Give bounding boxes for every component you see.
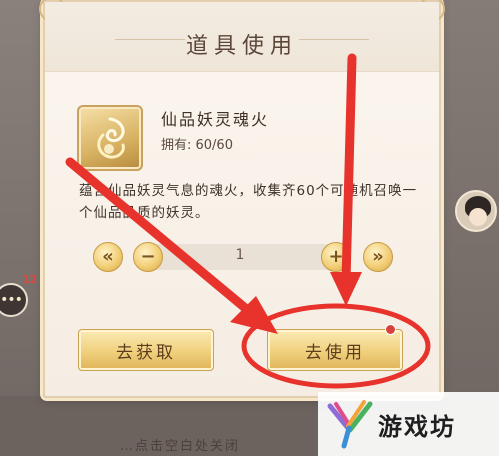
item-name: 仙品妖灵魂火 <box>161 110 270 129</box>
increase-button[interactable]: + <box>321 242 351 272</box>
watermark: 游戏坊 <box>318 392 499 456</box>
side-avatar[interactable] <box>455 190 497 232</box>
quantity-value[interactable]: 1 <box>140 247 340 263</box>
item-owned-count: 拥有: 60/60 <box>161 138 233 153</box>
obtain-button[interactable]: 去获取 <box>78 329 214 371</box>
watermark-text: 游戏坊 <box>378 412 456 441</box>
title-divider-right <box>299 39 369 40</box>
decrease-button[interactable]: − <box>133 242 163 272</box>
item-use-dialog: 道具使用 仙品妖灵魂火 拥有: 60/60 蕴含仙品妖灵气息的魂火，收集齐60个… <box>39 0 445 398</box>
chat-badge: 12 <box>22 273 38 286</box>
fire-swirl-icon <box>77 105 143 171</box>
item-description: 蕴含仙品妖灵气息的魂火，收集齐60个可随机召唤一个仙品品质的妖灵。 <box>79 183 418 221</box>
title-bar: 道具使用 <box>45 2 439 72</box>
background-left <box>0 0 40 456</box>
fire-swirl-graphic <box>97 117 125 159</box>
dialog-title: 道具使用 <box>185 34 298 59</box>
min-quantity-button[interactable]: « <box>93 242 123 272</box>
max-quantity-button[interactable]: » <box>363 242 393 272</box>
close-hint-text: …点击空白处关闭 <box>120 439 241 454</box>
notification-dot <box>385 324 396 335</box>
use-button[interactable]: 去使用 <box>267 329 403 371</box>
colorful-y-logo <box>327 400 373 449</box>
